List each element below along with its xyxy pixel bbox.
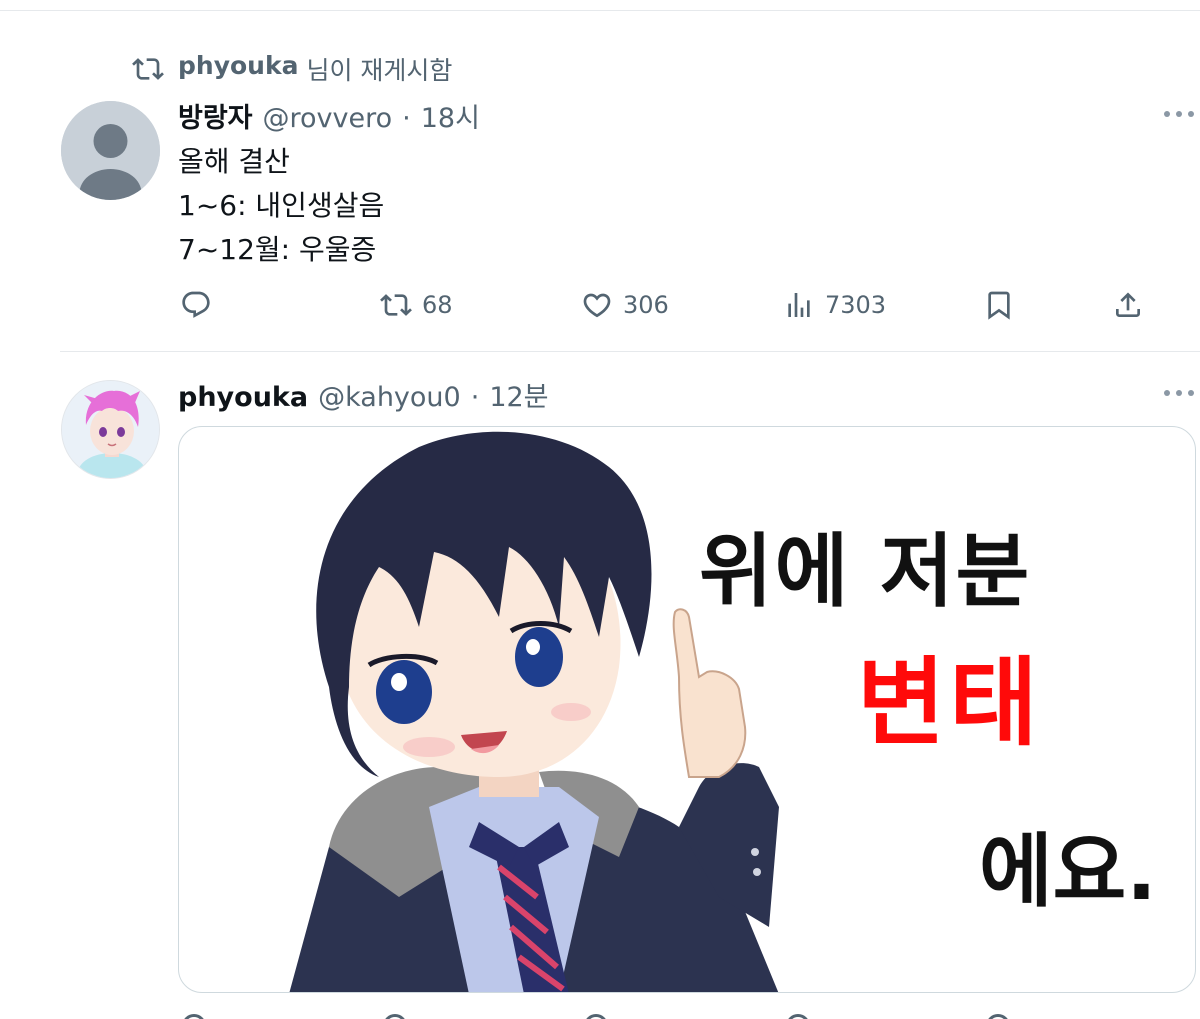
- repost-button[interactable]: 68: [380, 287, 453, 323]
- repost-icon[interactable]: [383, 1014, 407, 1019]
- repost-count: 68: [422, 291, 453, 319]
- tweet2-handle[interactable]: @kahyou0: [318, 382, 461, 413]
- top-divider: [0, 10, 1200, 11]
- tweet2-display-name[interactable]: phyouka: [178, 382, 308, 413]
- like-icon: [583, 293, 611, 318]
- tweet2-actions-peek: [178, 1008, 1178, 1019]
- tweet1-line: 1~6: 내인생살음: [178, 189, 385, 222]
- meme-text-line3: 에요.: [979, 825, 1157, 918]
- bookmark-icon: [988, 291, 1010, 320]
- separator-dot: ·: [470, 382, 480, 413]
- reply-icon[interactable]: [182, 1014, 206, 1019]
- like-button[interactable]: 306: [581, 287, 669, 323]
- tweet1-more-button[interactable]: [1162, 104, 1196, 124]
- meme-text-line2: 변태: [857, 647, 1042, 759]
- bookmark-button[interactable]: [983, 287, 1015, 323]
- repost-icon: [132, 58, 164, 80]
- meme-text-line1: 위에 저분: [699, 525, 1032, 618]
- tweet1-time[interactable]: 18시: [421, 96, 480, 135]
- avatar-default[interactable]: [61, 101, 160, 200]
- more-icon: [1164, 390, 1170, 396]
- tweet1-header: 방랑자 @rovvero · 18시: [178, 96, 480, 134]
- reply-icon: [182, 291, 210, 318]
- repost-label: 님이 재게시함: [306, 56, 453, 85]
- tweet1-display-name[interactable]: 방랑자: [178, 96, 253, 135]
- more-icon: [1164, 111, 1170, 117]
- tweet1-handle[interactable]: @rovvero: [263, 103, 393, 134]
- repost-context: phyouka 님이 재게시함: [132, 51, 453, 87]
- tweet1-text: 올해 결산 1~6: 내인생살음 7~12월: 우울증: [178, 140, 384, 272]
- separator-dot: ·: [402, 103, 411, 134]
- tweet1-line: 올해 결산: [178, 145, 290, 178]
- tweet2-media[interactable]: 위에 저분 변태 에요.: [178, 426, 1196, 993]
- views-icon[interactable]: [786, 1014, 810, 1019]
- views-button[interactable]: 7303: [783, 287, 886, 323]
- share-icon: [1116, 292, 1140, 317]
- bookmark-icon[interactable]: [986, 1014, 1010, 1019]
- tweet2-more-button[interactable]: [1162, 383, 1196, 403]
- like-icon[interactable]: [584, 1014, 608, 1019]
- share-button[interactable]: [1112, 287, 1144, 323]
- tweet-divider: [60, 351, 1200, 352]
- repost-icon: [380, 294, 412, 316]
- repost-user-name[interactable]: phyouka: [178, 51, 298, 87]
- anime-avatar-illustration: [62, 381, 159, 478]
- reply-button[interactable]: [180, 287, 222, 323]
- views-count: 7303: [825, 291, 887, 319]
- tweet1-line: 7~12월: 우울증: [178, 233, 377, 266]
- like-count: 306: [623, 291, 669, 319]
- tweet2-header: phyouka @kahyou0 · 12분: [178, 375, 549, 413]
- default-profile-icon: [61, 101, 160, 200]
- avatar-phyouka[interactable]: [61, 380, 160, 479]
- tweet2-time[interactable]: 12분: [489, 375, 548, 414]
- views-icon: [788, 293, 810, 317]
